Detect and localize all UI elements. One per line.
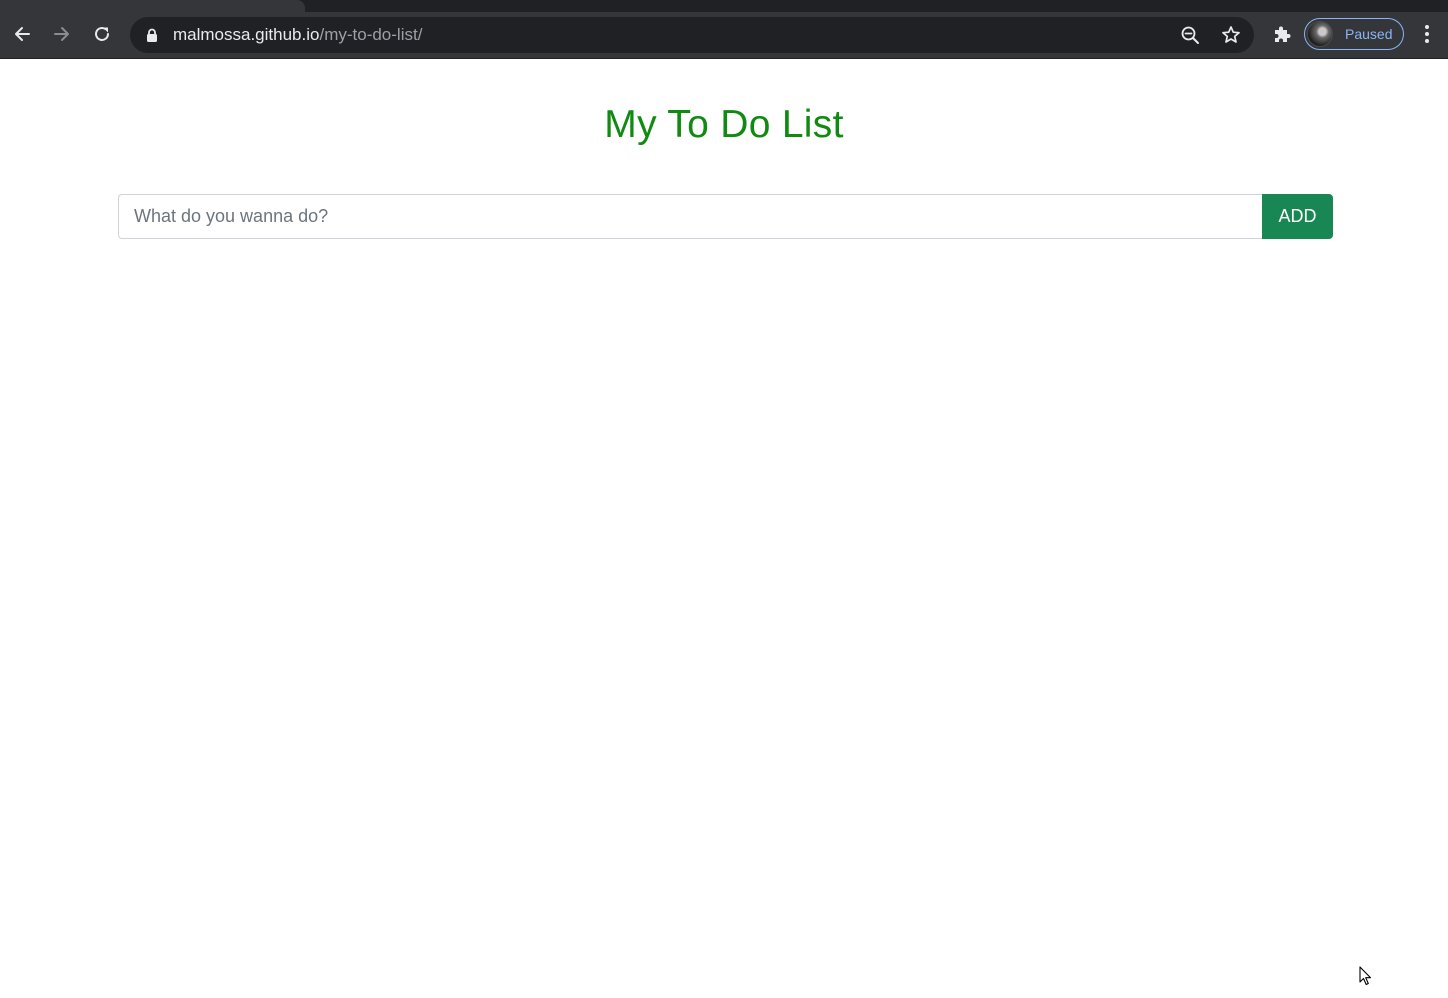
forward-button[interactable] [48, 20, 76, 48]
back-button[interactable] [8, 20, 36, 48]
browser-toolbar: malmossa.github.io/my-to-do-list/ Paused [0, 12, 1448, 59]
zoom-out-icon [1181, 26, 1199, 44]
mouse-cursor-icon [1359, 966, 1372, 986]
url-text[interactable]: malmossa.github.io/my-to-do-list/ [173, 25, 422, 45]
reload-button[interactable] [88, 20, 116, 48]
arrow-left-icon [15, 27, 30, 41]
page-title: My To Do List [604, 103, 844, 146]
todo-input[interactable] [118, 194, 1262, 239]
kebab-menu-icon [1425, 25, 1429, 43]
extensions-button[interactable] [1268, 20, 1296, 48]
add-button[interactable]: ADD [1262, 194, 1333, 239]
browser-chrome: malmossa.github.io/my-to-do-list/ Paused [0, 0, 1448, 59]
browser-menu-button[interactable] [1415, 20, 1439, 48]
arrow-right-icon [54, 27, 69, 41]
avatar [1307, 21, 1333, 47]
reload-icon [95, 26, 109, 41]
url-host: malmossa.github.io [173, 25, 320, 44]
url-path: /my-to-do-list/ [319, 25, 423, 44]
profile-button[interactable]: Paused [1304, 18, 1404, 50]
zoom-button[interactable] [1179, 24, 1201, 46]
lock-icon[interactable] [146, 28, 158, 42]
active-tab[interactable] [0, 0, 305, 12]
todo-form: ADD [118, 194, 1333, 239]
tab-strip [0, 0, 1448, 12]
bookmark-button[interactable] [1220, 24, 1242, 46]
profile-status: Paused [1345, 26, 1393, 42]
address-bar[interactable]: malmossa.github.io/my-to-do-list/ [130, 17, 1254, 53]
page-content: My To Do List ADD [0, 59, 1448, 998]
puzzle-icon [1275, 26, 1291, 42]
star-icon [1222, 26, 1240, 43]
